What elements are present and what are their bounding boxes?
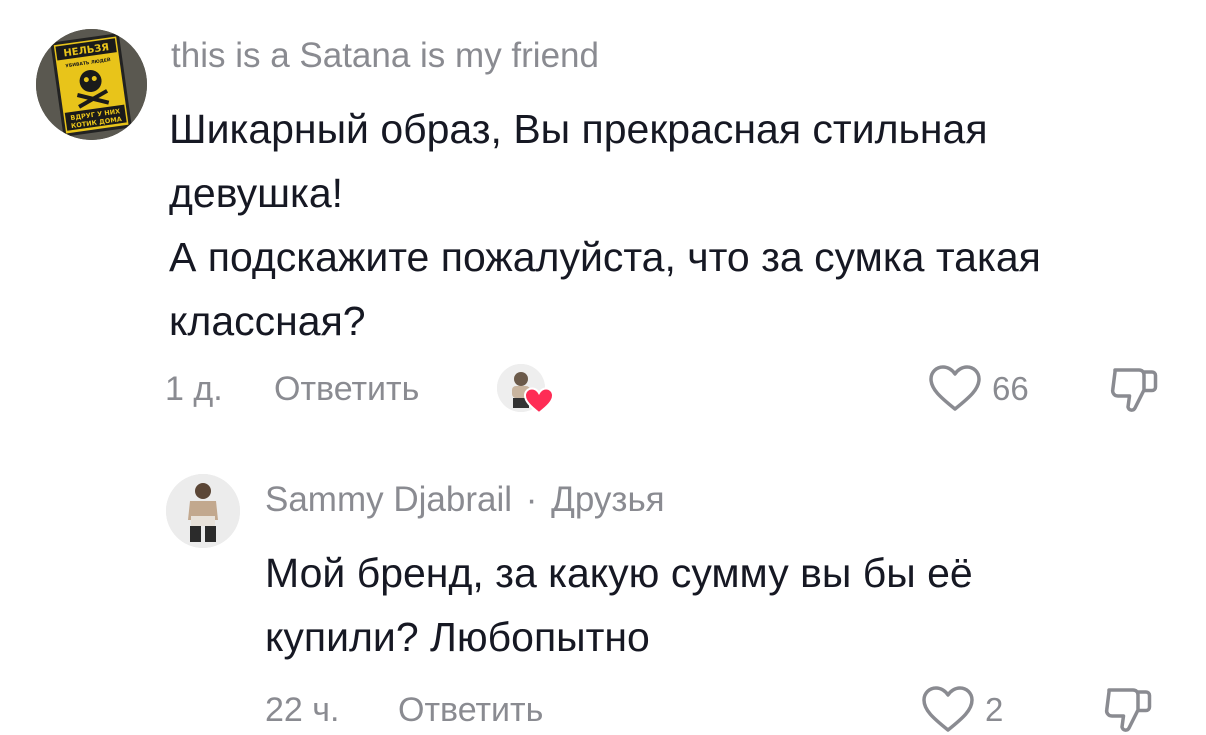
- dislike-icon[interactable]: [1109, 366, 1159, 414]
- like-heart-icon[interactable]: [921, 685, 975, 735]
- avatar[interactable]: НЕЛЬЗЯ УБИВАТЬ ЛЮДЕЙ ВДРУГ У НИХ КОТИК Д…: [36, 29, 147, 140]
- comment-author-line: Sammy Djabrail · Друзья: [265, 482, 665, 517]
- comment-text-line-2: девушка!: [169, 170, 344, 216]
- comment-text-line-3: А подскажите пожалуйста, что за сумка та…: [169, 234, 1041, 280]
- comment-timestamp: 1 д.: [165, 370, 223, 408]
- avatar[interactable]: [166, 474, 240, 548]
- comment-text-line-1: Шикарный образ, Вы прекрасная стильная: [169, 106, 988, 152]
- dislike-icon[interactable]: [1103, 686, 1153, 734]
- avatar-image: [166, 474, 240, 548]
- comment-text-line-2: купили? Любопытно: [265, 614, 650, 660]
- comment-timestamp: 22 ч.: [265, 691, 340, 729]
- avatar-sticker-image: НЕЛЬЗЯ УБИВАТЬ ЛЮДЕЙ ВДРУГ У НИХ КОТИК Д…: [36, 29, 147, 140]
- reply-button[interactable]: Ответить: [398, 693, 543, 727]
- like-heart-icon[interactable]: [928, 364, 982, 414]
- like-count: 2: [985, 691, 1004, 728]
- comment-text-line-4: классная?: [169, 298, 366, 344]
- friends-badge: Друзья: [551, 480, 665, 519]
- comment-username[interactable]: this is a Satana is my friend: [171, 38, 599, 73]
- comment-text-line-1: Мой бренд, за какую сумму вы бы её: [265, 550, 973, 596]
- comment-username[interactable]: Sammy Djabrail: [265, 480, 512, 519]
- like-count: 66: [992, 370, 1029, 407]
- username-separator: ·: [525, 480, 538, 519]
- creator-heart-icon: [524, 387, 554, 415]
- reply-button[interactable]: Ответить: [274, 372, 419, 406]
